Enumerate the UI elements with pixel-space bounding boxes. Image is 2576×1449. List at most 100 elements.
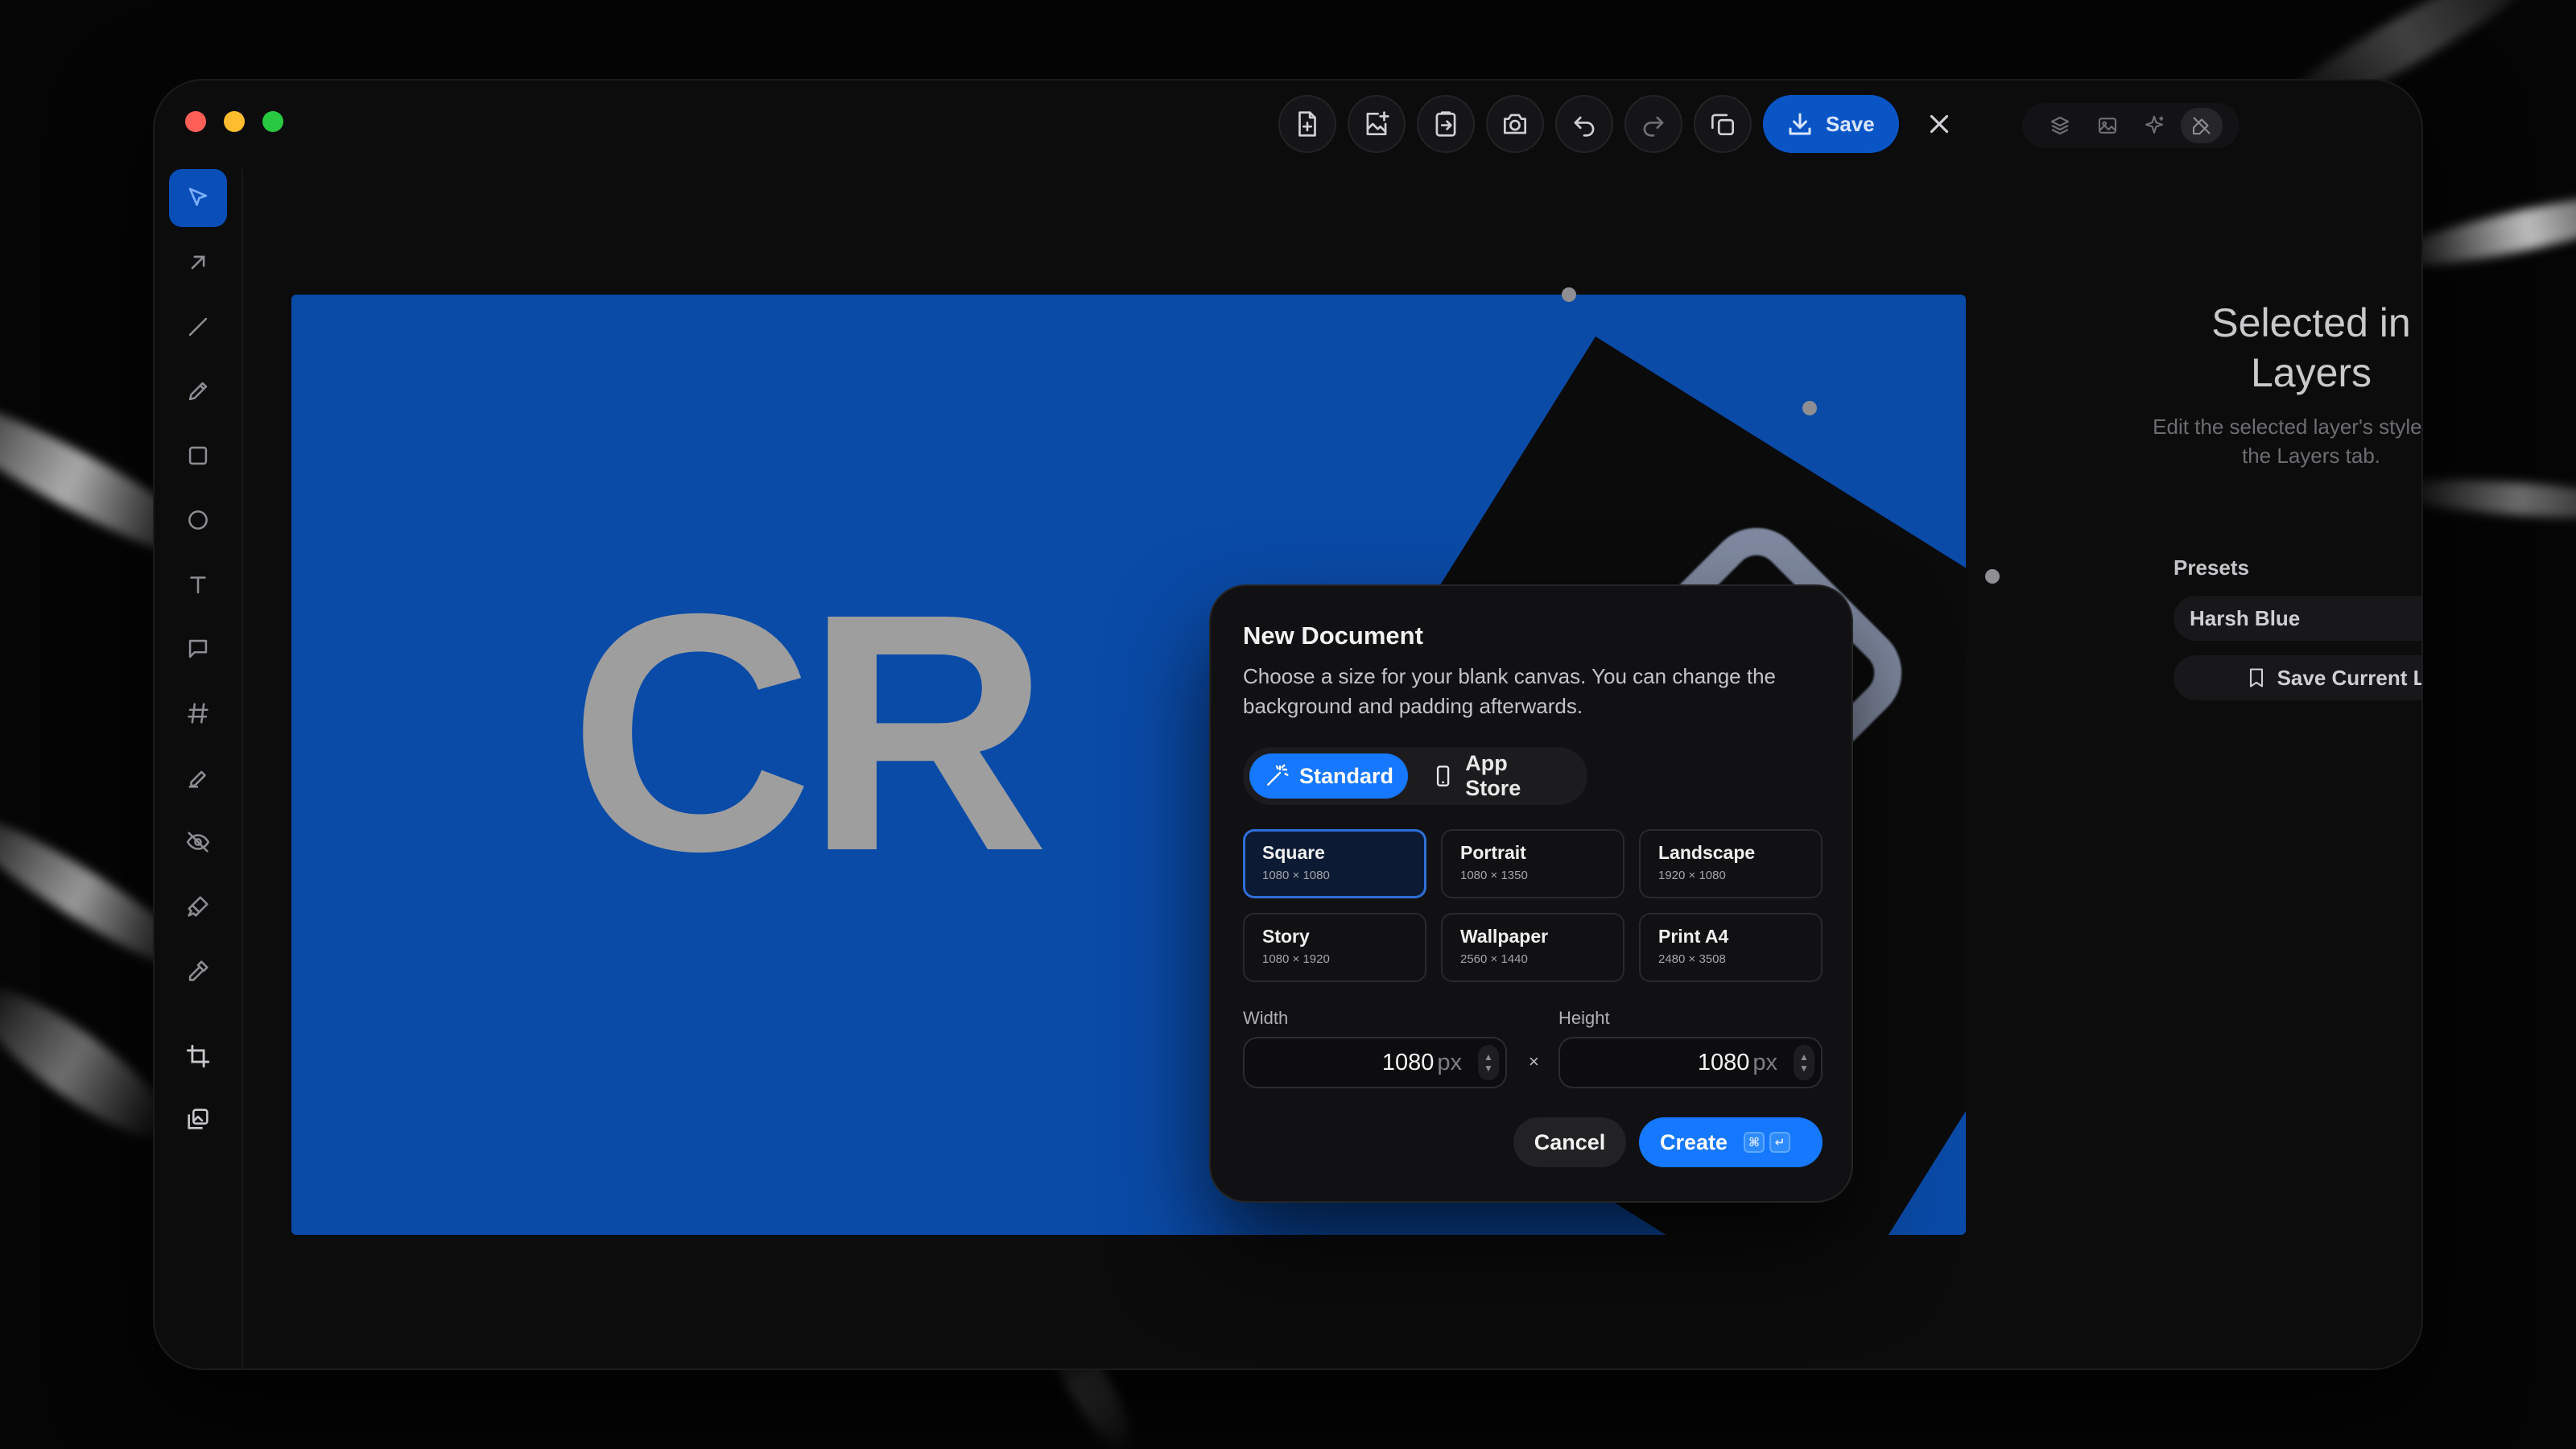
tab-effects[interactable]	[2133, 108, 2175, 143]
tab-image[interactable]	[2087, 108, 2128, 143]
arrow-icon	[191, 255, 205, 270]
tool-blur[interactable]	[169, 813, 227, 871]
close-button[interactable]	[1910, 95, 1968, 153]
tool-highlighter[interactable]	[169, 749, 227, 807]
tool-comment[interactable]	[169, 620, 227, 678]
close-light[interactable]	[185, 111, 206, 132]
panel-empty-title: Selected in Layers	[2211, 300, 2411, 395]
preset-size: 1080 × 1920	[1262, 952, 1330, 966]
undo-button[interactable]	[1555, 95, 1613, 153]
tool-rectangle[interactable]	[169, 427, 227, 485]
comment-icon	[188, 639, 208, 658]
create-shortcut: ⌘ ↵	[1744, 1132, 1791, 1153]
dimension-separator: ×	[1529, 1051, 1539, 1071]
preset-item[interactable]: Harsh Blue	[2174, 596, 2421, 641]
preset-name: Square	[1262, 842, 1325, 863]
preset-landscape[interactable]: Landscape 1920 × 1080	[1639, 829, 1823, 898]
screenshot-button[interactable]	[1486, 95, 1544, 153]
new-file-button[interactable]	[1278, 95, 1336, 153]
tab-style[interactable]	[2180, 108, 2223, 143]
tool-arrow[interactable]	[169, 233, 227, 291]
width-stepper[interactable]: ▲ ▼	[1478, 1045, 1499, 1080]
canvas-text-layer[interactable]: CR	[569, 564, 1050, 902]
tool-counter[interactable]	[169, 684, 227, 742]
selection-handle-rotate[interactable]	[1802, 401, 1817, 415]
style-brush-icon	[2192, 117, 2211, 135]
stepper-down-icon: ▼	[1484, 1063, 1493, 1074]
camera-icon	[1503, 114, 1527, 134]
preset-print-a4[interactable]: Print A4 2480 × 3508	[1639, 913, 1823, 982]
command-key-icon: ⌘	[1744, 1132, 1765, 1153]
pencil-icon	[188, 382, 208, 401]
hash-icon	[188, 703, 208, 724]
height-input[interactable]: 1080 px ▲ ▼	[1558, 1037, 1823, 1088]
tab-standard[interactable]: Standard	[1249, 753, 1409, 799]
preset-story[interactable]: Story 1080 × 1920	[1243, 913, 1426, 982]
tool-eyedropper[interactable]	[169, 942, 227, 1000]
dialog-description: Choose a size for your blank canvas. You…	[1243, 664, 1776, 718]
select-pointer-icon	[188, 188, 208, 206]
preset-portrait[interactable]: Portrait 1080 × 1350	[1441, 829, 1624, 898]
tool-select[interactable]	[169, 169, 227, 227]
height-stepper[interactable]: ▲ ▼	[1794, 1045, 1814, 1080]
canvas-area: CR New Document Choose a size for your b…	[243, 169, 2151, 1368]
tool-brush[interactable]	[169, 877, 227, 935]
selection-handle-top[interactable]	[1562, 287, 1576, 302]
width-input[interactable]: 1080 px ▲ ▼	[1243, 1037, 1507, 1088]
phone-icon	[1436, 766, 1450, 786]
width-label: Width	[1243, 1008, 1289, 1028]
inspector-panel: Selected in Layers Edit the selected lay…	[2151, 169, 2421, 1368]
close-icon	[1930, 114, 1948, 134]
stepper-down-icon: ▼	[1799, 1063, 1809, 1074]
preset-name: Portrait	[1460, 842, 1526, 863]
create-button[interactable]: Create ⌘ ↵	[1639, 1117, 1823, 1167]
duplicate-button[interactable]	[1694, 95, 1752, 153]
stepper-up-icon: ▲	[1484, 1051, 1493, 1063]
size-category-switch: Standard App Store	[1243, 747, 1587, 805]
download-icon	[1789, 113, 1811, 135]
redo-button[interactable]	[1624, 95, 1682, 153]
add-image-icon	[1366, 111, 1389, 136]
tool-text[interactable]	[169, 555, 227, 613]
save-button[interactable]: Save	[1763, 95, 1899, 153]
preset-wallpaper[interactable]: Wallpaper 2560 × 1440	[1441, 913, 1624, 982]
create-button-label: Create	[1660, 1129, 1728, 1154]
tool-pencil[interactable]	[169, 362, 227, 420]
height-unit: px	[1752, 1049, 1777, 1075]
tab-app-store[interactable]: App Store	[1416, 751, 1581, 800]
magic-wand-icon	[1267, 764, 1289, 786]
tool-insert-image[interactable]	[169, 1090, 227, 1148]
hide-eye-icon	[186, 832, 210, 852]
height-value: 1080	[1697, 1049, 1750, 1075]
save-button-label: Save	[1826, 111, 1875, 136]
preset-square[interactable]: Square 1080 × 1080	[1243, 829, 1426, 898]
preset-name: Print A4	[1658, 926, 1729, 947]
preset-size: 1920 × 1080	[1658, 869, 1726, 882]
zoom-light[interactable]	[262, 111, 283, 132]
tab-layers[interactable]	[2039, 108, 2081, 143]
cancel-button[interactable]: Cancel	[1513, 1117, 1626, 1167]
panel-empty-subtitle: Edit the selected layer's style from the…	[2153, 415, 2421, 468]
tab-standard-label: Standard	[1299, 763, 1394, 788]
minimize-light[interactable]	[224, 111, 245, 132]
insert-image-icon	[188, 1108, 208, 1129]
add-image-button[interactable]	[1348, 95, 1406, 153]
tool-crop[interactable]	[169, 1027, 227, 1085]
text-icon	[190, 576, 206, 594]
tab-app-store-label: App Store	[1465, 751, 1521, 800]
save-current-look-button[interactable]: Save Current Look...	[2174, 655, 2421, 700]
rectangle-icon	[188, 446, 208, 465]
preset-name: Landscape	[1658, 842, 1756, 863]
image-icon	[2098, 118, 2116, 134]
eyedropper-icon	[188, 960, 208, 981]
new-document-dialog: New Document Choose a size for your blan…	[1211, 586, 1852, 1201]
tool-line[interactable]	[169, 298, 227, 356]
preset-size: 2480 × 3508	[1658, 952, 1726, 966]
bookmark-icon	[2249, 668, 2263, 687]
export-button[interactable]	[1417, 95, 1475, 153]
tool-ellipse[interactable]	[169, 491, 227, 549]
duplicate-icon	[1711, 114, 1735, 136]
selection-handle-right[interactable]	[1985, 569, 2000, 584]
stepper-up-icon: ▲	[1799, 1051, 1809, 1063]
top-toolbar: Save	[1278, 95, 1968, 153]
